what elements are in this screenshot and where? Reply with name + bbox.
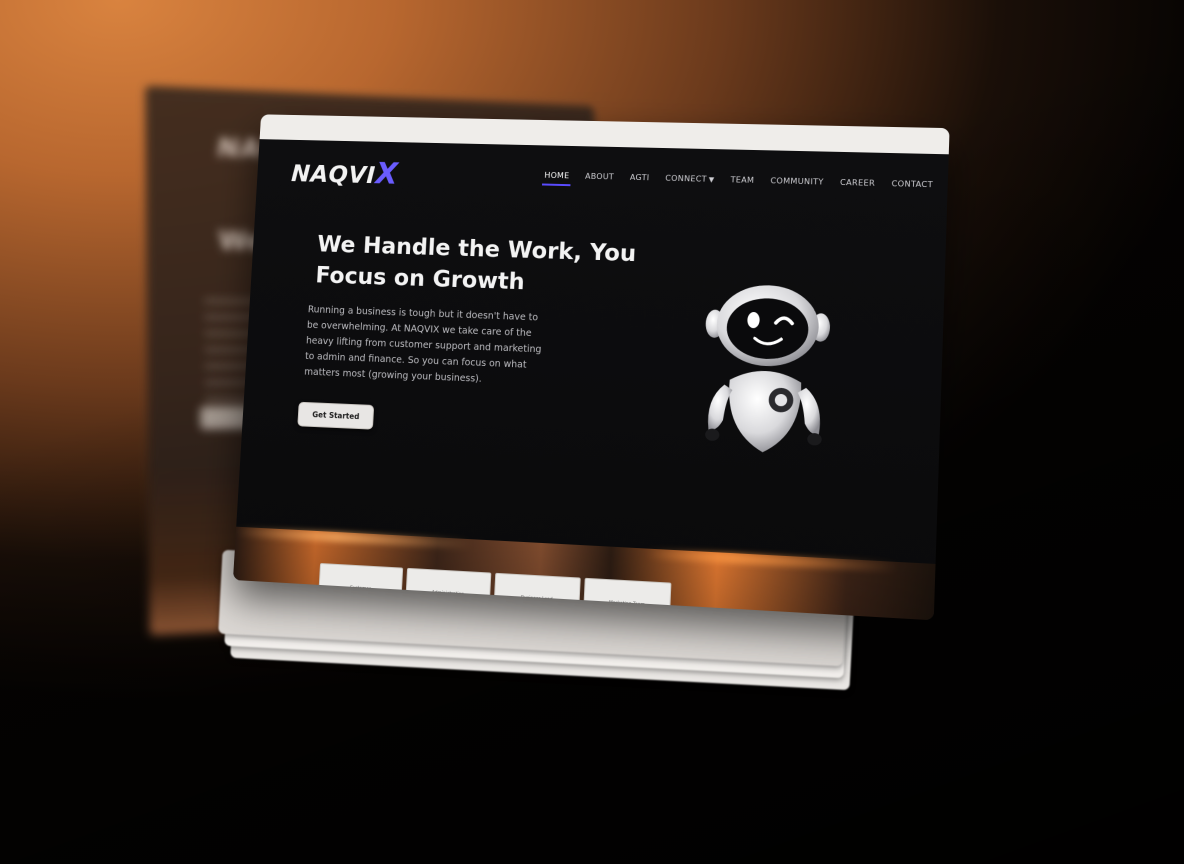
robot-hand-right	[807, 432, 822, 446]
robot-arm-left	[707, 384, 733, 431]
nav-item-career[interactable]: CAREER	[840, 178, 875, 192]
browser-window: NAQVIX HOME ABOUT AGTI CONNECT ▼ TEAM COM…	[232, 114, 950, 621]
nav-item-community[interactable]: COMMUNITY	[770, 176, 824, 190]
logo-text: NAQVI	[290, 159, 377, 189]
nav-item-agti[interactable]: AGTI	[629, 173, 650, 186]
nav-item-connect[interactable]: CONNECT ▼	[665, 174, 715, 188]
hero-title: We Handle the Work, You Focus on Growth	[315, 229, 649, 302]
website: NAQVIX HOME ABOUT AGTI CONNECT ▼ TEAM COM…	[232, 139, 949, 621]
logo-accent: X	[374, 157, 400, 192]
nav-item-team[interactable]: TEAM	[730, 175, 754, 189]
robot-arm-right	[796, 387, 822, 435]
robot-hand-left	[704, 428, 720, 442]
chevron-down-icon: ▼	[708, 175, 715, 184]
robot-mascot-illustration	[704, 283, 831, 454]
get-started-button[interactable]: Get Started	[297, 401, 375, 430]
site-logo[interactable]: NAQVIX	[290, 155, 400, 192]
nav-item-connect-label: CONNECT	[665, 173, 707, 184]
robot-body	[726, 369, 802, 454]
nav-item-contact[interactable]: CONTACT	[891, 179, 933, 193]
nav-item-about[interactable]: ABOUT	[585, 172, 614, 185]
main-nav: HOME ABOUT AGTI CONNECT ▼ TEAM COMMUNITY …	[544, 171, 933, 193]
hero-paragraph: Running a business is tough but it doesn…	[303, 304, 542, 385]
nav-item-home[interactable]: HOME	[544, 171, 569, 184]
